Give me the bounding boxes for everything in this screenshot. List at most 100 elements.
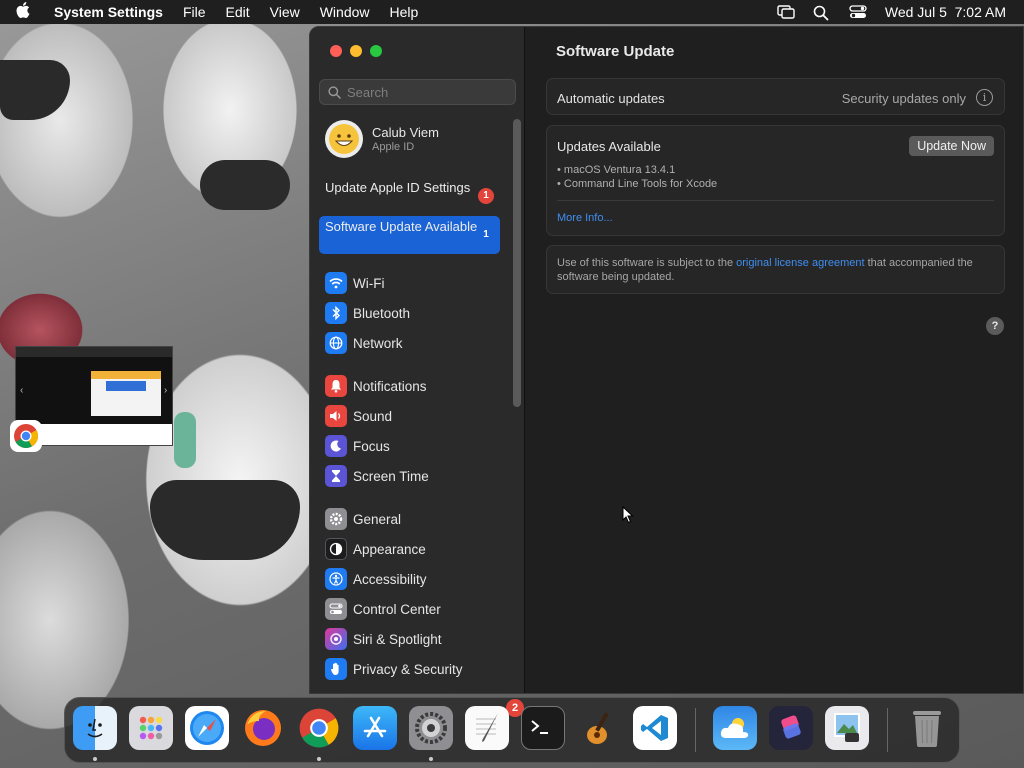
- info-icon[interactable]: i: [976, 89, 993, 106]
- system-settings-icon[interactable]: [409, 706, 453, 750]
- terminal-icon[interactable]: [521, 706, 565, 750]
- sidebar-item-label: Accessibility: [353, 571, 427, 587]
- search-icon: [328, 85, 341, 99]
- textedit-icon[interactable]: [465, 706, 509, 750]
- menu-edit[interactable]: Edit: [226, 4, 250, 20]
- sidebar-item-privacy-security[interactable]: Privacy & Security: [325, 654, 463, 684]
- minimize-window-button[interactable]: [350, 45, 362, 57]
- software-update-pane: Software Update Automatic updates Securi…: [526, 27, 1023, 693]
- safari-icon[interactable]: [185, 706, 229, 750]
- sidebar-group-notifications: Notifications Sound Focus Screen Time: [325, 371, 429, 491]
- notification-badge: 1: [478, 188, 494, 204]
- sidebar-item-accessibility[interactable]: Accessibility: [325, 564, 463, 594]
- sidebar-item-wifi[interactable]: Wi-Fi: [325, 268, 410, 298]
- sidebar-item-label: Control Center: [353, 601, 441, 617]
- menu-file[interactable]: File: [183, 4, 206, 20]
- gear-icon: [325, 508, 347, 530]
- sidebar-item-label: Software Update Available: [325, 219, 478, 234]
- sidebar-item-notifications[interactable]: Notifications: [325, 371, 429, 401]
- running-indicator: [429, 757, 433, 761]
- spotlight-search-icon[interactable]: [813, 5, 831, 21]
- bell-icon: [325, 375, 347, 397]
- weather-icon[interactable]: [713, 706, 757, 750]
- wifi-icon: [325, 272, 347, 294]
- more-info-link[interactable]: More Info...: [557, 212, 613, 224]
- accessibility-icon: [325, 568, 347, 590]
- speaker-icon: [325, 405, 347, 427]
- sidebar-item-label: Focus: [353, 438, 390, 454]
- hourglass-icon: [325, 465, 347, 487]
- running-indicator: [93, 757, 97, 761]
- menu-bar-clock[interactable]: Wed Jul 5 7:02 AM: [885, 4, 1006, 20]
- account-name: Calub Viem: [372, 125, 439, 140]
- sidebar-item-label: Notifications: [353, 378, 427, 394]
- sidebar-item-label: Privacy & Security: [353, 661, 463, 677]
- search-input[interactable]: [347, 84, 507, 100]
- list-item: • Command Line Tools for Xcode: [557, 178, 718, 190]
- finder-icon[interactable]: [73, 706, 117, 750]
- divider: [557, 200, 994, 201]
- app-store-icon[interactable]: [353, 706, 397, 750]
- update-list: • macOS Ventura 13.4.1 • Command Line To…: [557, 163, 717, 191]
- automatic-updates-value: Security updates only: [841, 91, 966, 106]
- automatic-updates-label: Automatic updates: [557, 91, 665, 106]
- sidebar-item-control-center[interactable]: Control Center: [325, 594, 463, 624]
- sidebar: Calub Viem Apple ID Update Apple ID Sett…: [310, 27, 525, 693]
- apple-id-account[interactable]: Calub Viem Apple ID: [325, 120, 439, 158]
- sidebar-item-screen-time[interactable]: Screen Time: [325, 461, 429, 491]
- account-subtitle: Apple ID: [372, 141, 415, 153]
- search-field[interactable]: [319, 79, 516, 105]
- updates-available-card: Updates Available Update Now • macOS Ven…: [546, 125, 1005, 236]
- sidebar-item-label: Bluetooth: [353, 305, 411, 321]
- shortcuts-icon[interactable]: [769, 706, 813, 750]
- license-agreement-link[interactable]: original license agreement: [736, 257, 864, 269]
- sidebar-item-label: Appearance: [353, 541, 426, 557]
- zoom-window-button[interactable]: [370, 45, 382, 57]
- sidebar-item-general[interactable]: General: [325, 504, 463, 534]
- sidebar-item-software-update[interactable]: Software Update Available 1: [319, 216, 500, 254]
- sidebar-item-network[interactable]: Network: [325, 328, 410, 358]
- dock-separator: [887, 708, 888, 752]
- automatic-updates-row[interactable]: Automatic updates Security updates only …: [546, 78, 1005, 115]
- vscode-icon[interactable]: [633, 706, 677, 750]
- sidebar-item-label: Wi-Fi: [353, 275, 385, 291]
- menu-app-name[interactable]: System Settings: [54, 4, 163, 20]
- thumbnail-box: [106, 381, 146, 391]
- sidebar-item-label: Screen Time: [353, 468, 429, 484]
- help-button[interactable]: ?: [986, 317, 1004, 335]
- chrome-icon[interactable]: [297, 706, 341, 750]
- siri-icon: [325, 628, 347, 650]
- window-controls: [330, 45, 382, 57]
- updates-available-title: Updates Available: [557, 139, 661, 154]
- sidebar-scrollbar[interactable]: [513, 119, 521, 407]
- firefox-icon[interactable]: [241, 706, 285, 750]
- control-center-icon[interactable]: [849, 5, 867, 19]
- sidebar-item-update-apple-id[interactable]: Update Apple ID Settings 1: [319, 177, 500, 215]
- sidebar-item-siri-spotlight[interactable]: Siri & Spotlight: [325, 624, 463, 654]
- menu-window[interactable]: Window: [320, 4, 370, 20]
- screen-mirroring-icon[interactable]: [777, 5, 795, 19]
- trash-icon[interactable]: [905, 706, 949, 750]
- thumbnail-toolbar: [16, 347, 172, 357]
- license-text: Use of this software is subject to the o…: [557, 256, 997, 284]
- garageband-icon[interactable]: [577, 706, 621, 750]
- system-settings-window: Calub Viem Apple ID Update Apple ID Sett…: [309, 26, 1024, 694]
- sidebar-item-label: Network: [353, 335, 403, 351]
- menu-view[interactable]: View: [270, 4, 300, 20]
- dock: 2: [64, 697, 960, 763]
- sidebar-item-bluetooth[interactable]: Bluetooth: [325, 298, 410, 328]
- chevron-right-icon: ›: [164, 385, 168, 396]
- launchpad-icon[interactable]: [129, 706, 173, 750]
- sidebar-item-sound[interactable]: Sound: [325, 401, 429, 431]
- license-prefix: Use of this software is subject to the: [557, 257, 737, 269]
- preview-icon[interactable]: [825, 706, 869, 750]
- update-now-button[interactable]: Update Now: [909, 136, 994, 156]
- sidebar-item-focus[interactable]: Focus: [325, 431, 429, 461]
- appearance-icon: [325, 538, 347, 560]
- sidebar-item-appearance[interactable]: Appearance: [325, 534, 463, 564]
- thumbnail-header: [91, 371, 161, 379]
- chrome-icon[interactable]: [10, 420, 42, 452]
- menu-help[interactable]: Help: [390, 4, 419, 20]
- close-window-button[interactable]: [330, 45, 342, 57]
- apple-menu-icon[interactable]: [16, 2, 40, 22]
